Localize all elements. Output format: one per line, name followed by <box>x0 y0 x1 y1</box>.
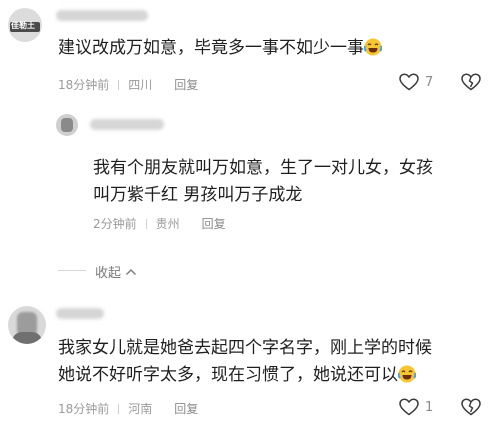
comment-meta: 18分钟前 四川 回复 <box>58 76 198 93</box>
avatar[interactable]: 佳勒土 <box>8 8 42 42</box>
chevron-up-icon <box>126 268 137 275</box>
reply-text: 我有个朋友就叫万如意，生了一对儿女，女孩 叫万紫千红 男孩叫万子成龙 <box>93 158 433 205</box>
avatar-text: 佳勒土 <box>11 21 35 30</box>
like-count: 1 <box>425 399 434 415</box>
timestamp: 18分钟前 <box>58 78 110 92</box>
like-count: 7 <box>425 74 434 90</box>
reply-username-redacted <box>90 119 164 130</box>
reply-button[interactable]: 回复 <box>174 78 198 92</box>
collapse-button[interactable]: 收起 <box>95 262 137 281</box>
broken-heart-icon <box>461 398 481 416</box>
username-redacted <box>56 308 104 319</box>
comment-text: 建议改成万如意，毕竟多一事不如少一事 <box>58 36 383 61</box>
location: 河南 <box>128 402 153 416</box>
like-button[interactable]: 7 <box>399 73 433 91</box>
dislike-button[interactable] <box>461 73 481 95</box>
timestamp: 18分钟前 <box>58 402 110 416</box>
broken-heart-icon <box>461 73 481 91</box>
heart-outline-icon <box>399 73 419 91</box>
dislike-button[interactable] <box>461 398 481 420</box>
comment-meta: 18分钟前 河南 回复 <box>58 400 198 417</box>
laughing-crying-emoji <box>397 365 417 383</box>
heart-outline-icon <box>399 398 419 416</box>
avatar[interactable] <box>8 306 46 344</box>
collapse-divider <box>58 270 86 271</box>
location: 四川 <box>128 78 153 92</box>
reply-button[interactable]: 回复 <box>202 217 226 231</box>
comment-text: 我家女儿就是她爸去起四个字名字，刚上学的时候 她说不好听字太多，现在习惯了，她说… <box>58 338 432 385</box>
like-button[interactable]: 1 <box>399 398 433 416</box>
reply-button[interactable]: 回复 <box>174 402 198 416</box>
reply-avatar[interactable] <box>56 114 78 136</box>
timestamp: 2分钟前 <box>93 217 137 231</box>
username-redacted <box>56 10 148 21</box>
laughing-crying-emoji <box>363 38 383 56</box>
reply-meta: 2分钟前 贵州 回复 <box>93 215 226 232</box>
location: 贵州 <box>155 217 180 231</box>
collapse-label: 收起 <box>95 266 122 281</box>
